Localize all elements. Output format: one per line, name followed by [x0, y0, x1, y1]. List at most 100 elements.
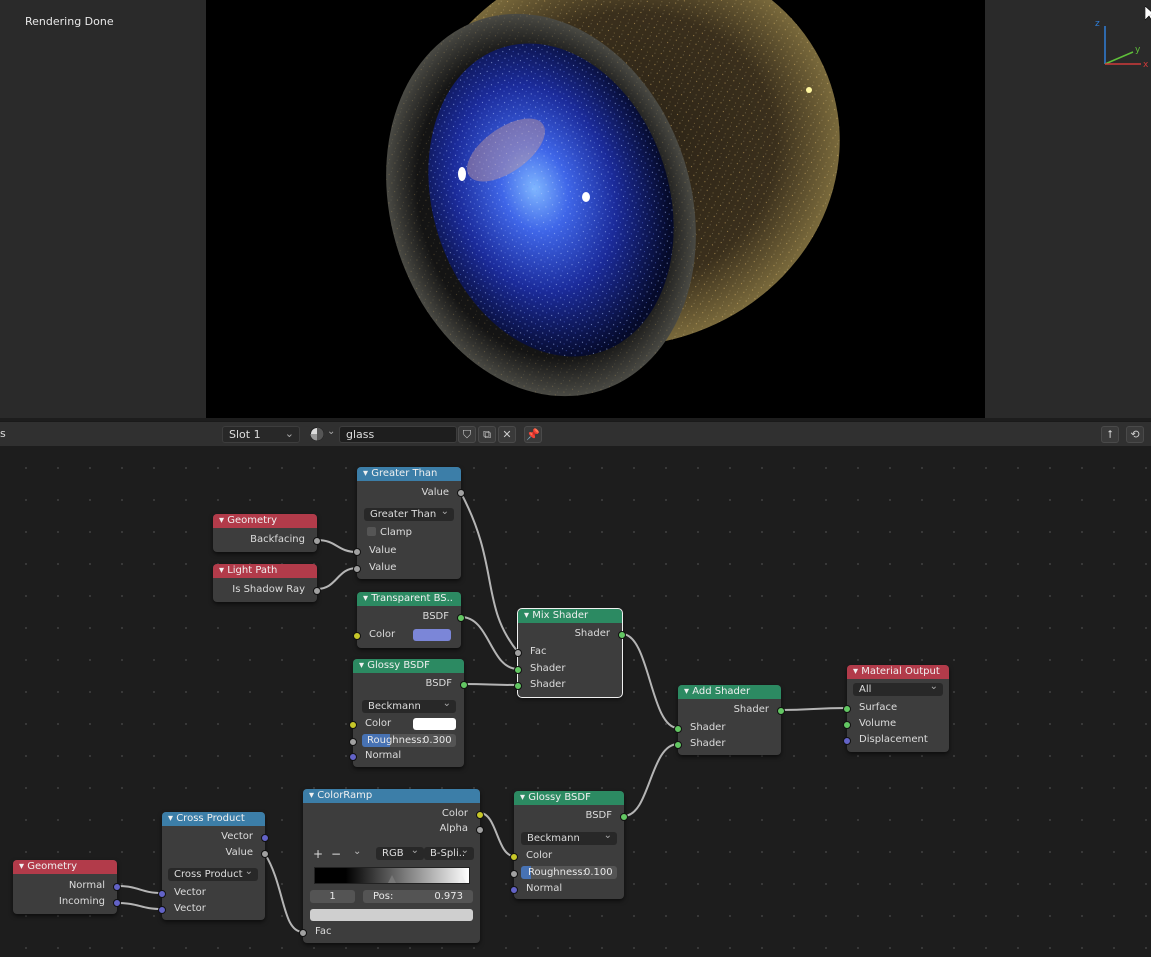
input-socket[interactable]	[514, 649, 522, 657]
input-socket[interactable]	[353, 632, 361, 640]
output-socket[interactable]	[476, 811, 484, 819]
snap-icon[interactable]: ⟲	[1126, 426, 1144, 443]
active-stop-index-field[interactable]: 1	[310, 890, 355, 903]
parent-node-tree-icon[interactable]: ⭡	[1101, 426, 1119, 443]
material-name-field[interactable]: glass	[339, 426, 457, 443]
stop-position-field[interactable]: Pos: 0.973	[363, 890, 473, 903]
unlink-close-icon[interactable]: ✕	[498, 426, 516, 443]
output-socket[interactable]	[457, 614, 465, 622]
color-swatch[interactable]	[413, 629, 451, 641]
slider-value: 0.300	[423, 735, 452, 746]
input-socket[interactable]	[510, 870, 518, 878]
output-socket[interactable]	[476, 826, 484, 834]
input-socket[interactable]	[514, 666, 522, 674]
slider-label: Roughness:	[367, 735, 425, 746]
input-socket[interactable]	[843, 705, 851, 713]
socket-row-shader-in-2: Shader	[518, 678, 622, 692]
input-socket[interactable]	[158, 906, 166, 914]
output-target-dropdown[interactable]: All	[853, 680, 943, 696]
socket-row-surface: Surface	[847, 701, 949, 715]
output-socket[interactable]	[620, 813, 628, 821]
distribution-dropdown[interactable]: Beckmann	[521, 829, 617, 845]
ramp-stop-marker[interactable]	[458, 875, 466, 883]
duplicate-material-icon[interactable]: ⧉	[478, 426, 496, 443]
input-socket[interactable]	[349, 753, 357, 761]
node-editor-canvas[interactable]: ▾ Geometry Backfacing ▾ Light Path Is Sh…	[0, 446, 1151, 957]
node-material-output[interactable]: ▾ Material Output All Surface Volume Dis…	[843, 665, 949, 752]
render-viewport: Rendering Done z y x	[0, 0, 1151, 418]
node-cross-product[interactable]: ▾ Cross Product Vector Value Cross Produ…	[158, 812, 269, 920]
math-operation-dropdown[interactable]: Greater Than	[364, 505, 454, 521]
node-glossy-bsdf-2[interactable]: ▾ Glossy BSDF BSDF Beckmann Color Roughn…	[510, 791, 628, 899]
node-glossy-bsdf-1[interactable]: ▾ Glossy BSDF BSDF Beckmann Color Roughn…	[349, 659, 468, 767]
input-socket[interactable]	[158, 890, 166, 898]
distribution-dropdown[interactable]: Beckmann	[362, 697, 456, 713]
axis-gizmo-icon[interactable]: z y x	[1095, 14, 1151, 74]
pin-icon[interactable]: 📌	[524, 426, 542, 443]
node-header: ▾ Cross Product	[162, 812, 265, 826]
output-socket[interactable]	[313, 587, 321, 595]
node-greater-than[interactable]: ▾ Greater Than Value Greater Than Clamp …	[353, 467, 465, 579]
dropdown-label: B-Spli..	[430, 848, 466, 859]
add-stop-plus-icon[interactable]: +	[313, 847, 323, 861]
roughness-slider[interactable]: Roughness: 0.300	[362, 734, 456, 747]
socket-label: Backfacing	[250, 534, 305, 545]
input-socket[interactable]	[514, 682, 522, 690]
color-mode-dropdown[interactable]: RGB	[376, 844, 424, 860]
fake-user-shield-icon[interactable]: ⛉	[458, 426, 476, 443]
slot-dropdown-label: Slot 1	[229, 428, 261, 441]
node-transparent-bsdf[interactable]: ▾ Transparent BS.. BSDF Color	[353, 592, 465, 648]
socket-row-vector-in-2: Vector	[162, 902, 265, 916]
input-socket[interactable]	[349, 721, 357, 729]
output-socket[interactable]	[618, 631, 626, 639]
output-socket[interactable]	[113, 899, 121, 907]
socket-row-volume: Volume	[847, 717, 949, 731]
node-header: ▾ Geometry	[213, 514, 317, 528]
input-socket[interactable]	[510, 886, 518, 894]
input-socket[interactable]	[674, 725, 682, 733]
input-socket[interactable]	[510, 853, 518, 861]
input-socket[interactable]	[353, 548, 361, 556]
input-socket[interactable]	[674, 741, 682, 749]
interpolation-dropdown[interactable]: B-Spli..	[424, 844, 474, 860]
stop-color-swatch[interactable]	[310, 909, 473, 921]
output-socket[interactable]	[261, 850, 269, 858]
ramp-stop-marker[interactable]	[388, 875, 396, 883]
node-mix-shader[interactable]: ▾ Mix Shader Shader Fac Shader Shader	[514, 608, 626, 698]
node-header: ▾ ColorRamp	[303, 789, 480, 803]
input-socket[interactable]	[349, 738, 357, 746]
input-socket[interactable]	[353, 565, 361, 573]
output-socket[interactable]	[777, 707, 785, 715]
node-colorramp[interactable]: ▾ ColorRamp Color Alpha + − ⌄ RGB B-Spli…	[299, 789, 484, 943]
output-socket[interactable]	[457, 489, 465, 497]
socket-label: Normal	[526, 883, 563, 894]
node-light-path[interactable]: ▾ Light Path Is Shadow Ray	[213, 564, 321, 602]
roughness-slider[interactable]: Roughness: 0.100	[521, 866, 617, 879]
input-socket[interactable]	[843, 737, 851, 745]
chevron-down-icon[interactable]: ⌄	[353, 846, 361, 857]
input-socket[interactable]	[299, 929, 307, 937]
dropdown-label: RGB	[382, 848, 404, 859]
rendered-glass-object	[386, 0, 840, 397]
color-swatch[interactable]	[413, 718, 456, 730]
node-geometry-1[interactable]: ▾ Geometry Backfacing	[213, 514, 321, 552]
node-add-shader[interactable]: ▾ Add Shader Shader Shader Shader	[674, 685, 785, 755]
socket-label: Value	[421, 487, 449, 498]
socket-row-value-out: Value	[357, 486, 461, 500]
output-socket[interactable]	[261, 834, 269, 842]
clamp-checkbox[interactable]	[367, 527, 376, 536]
node-geometry-2[interactable]: ▾ Geometry Normal Incoming	[13, 860, 121, 914]
header-fragment-label: s	[0, 427, 6, 440]
slot-dropdown[interactable]: Slot 1 ⌄	[222, 426, 300, 443]
material-browse-button[interactable]: ⌄	[309, 426, 339, 443]
node-title: Greater Than	[371, 468, 438, 479]
viewport-right-panel: z y x	[985, 0, 1151, 418]
input-socket[interactable]	[843, 721, 851, 729]
remove-stop-minus-icon[interactable]: −	[331, 847, 341, 861]
output-socket[interactable]	[313, 537, 321, 545]
vector-operation-dropdown[interactable]: Cross Product	[168, 865, 258, 881]
clamp-checkbox-row[interactable]: Clamp	[357, 526, 461, 540]
node-header: ▾ Glossy BSDF	[514, 791, 624, 805]
output-socket[interactable]	[113, 883, 121, 891]
output-socket[interactable]	[460, 681, 468, 689]
